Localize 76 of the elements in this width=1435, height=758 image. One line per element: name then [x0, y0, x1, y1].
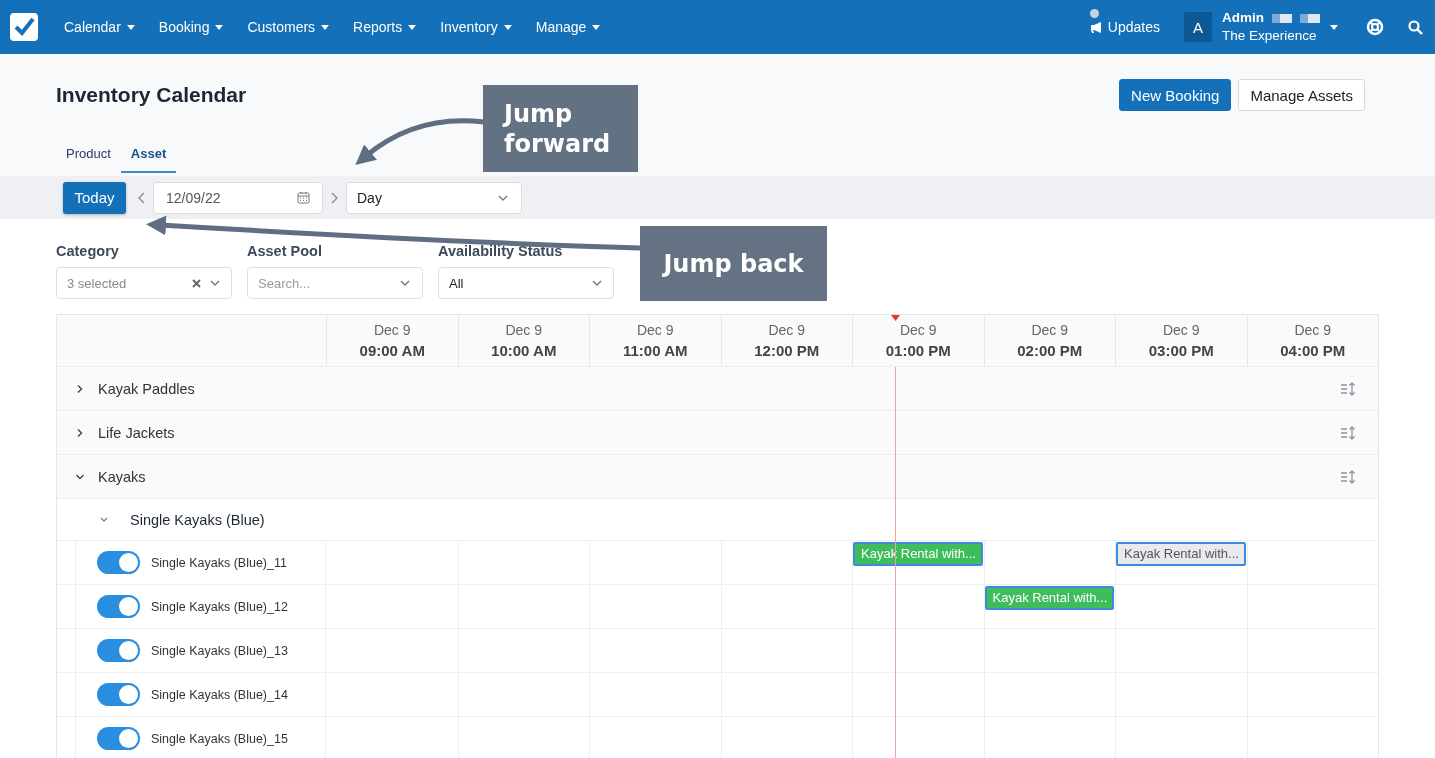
nav-menu[interactable]: Booking [146, 0, 236, 54]
caret-icon [503, 24, 512, 30]
manage-assets-button[interactable]: Manage Assets [1238, 79, 1365, 111]
chevron-right-icon[interactable] [75, 427, 85, 438]
toggle-switch[interactable] [97, 683, 140, 706]
nav-menu[interactable]: Reports [341, 0, 429, 54]
column-header: Dec 9 02:00 PM [983, 315, 1115, 366]
select-field[interactable]: 3 selected [56, 267, 232, 299]
tab[interactable]: Product [56, 140, 121, 173]
nav-menu[interactable]: Inventory [428, 0, 524, 54]
filter-label: Availability Status [438, 243, 564, 259]
toggle-switch[interactable] [97, 727, 140, 750]
sort-icon[interactable] [1340, 425, 1356, 440]
redacted-mark [1300, 13, 1320, 23]
caret-icon [215, 24, 224, 30]
megaphone-icon [1089, 20, 1104, 34]
new-booking-button[interactable]: New Booking [1119, 79, 1232, 111]
date-field[interactable]: 12/09/22 [153, 181, 323, 214]
column-header: Dec 9 03:00 PM [1115, 315, 1247, 366]
group-row[interactable]: Kayak Paddles [57, 367, 1378, 411]
toggle-switch[interactable] [97, 639, 140, 662]
chevron-right-icon[interactable] [75, 383, 85, 394]
current-time-icon [891, 315, 901, 321]
account-menu[interactable]: A Admin The Experience [1184, 9, 1338, 45]
chevron-right-icon[interactable] [331, 191, 338, 204]
asset-name: Single Kayaks (Blue)_14 [151, 687, 288, 702]
toggle-switch[interactable] [97, 551, 140, 574]
caret-icon [126, 24, 135, 30]
calendar-icon [297, 191, 310, 204]
group-row[interactable]: Kayaks [57, 455, 1378, 499]
asset-name: Single Kayaks (Blue)_12 [151, 599, 288, 614]
group-row[interactable]: Life Jackets [57, 411, 1378, 455]
asset-name: Single Kayaks (Blue)_13 [151, 643, 288, 658]
clear-icon[interactable] [192, 278, 201, 288]
asset-name: Single Kayaks (Blue)_11 [151, 555, 287, 570]
avatar: A [1184, 12, 1212, 42]
column-header: Dec 9 11:00 AM [589, 315, 721, 366]
nav-menu[interactable]: Manage [523, 0, 613, 54]
filter-label: Category [56, 243, 120, 259]
sort-icon[interactable] [1340, 381, 1356, 396]
help-icon[interactable] [1366, 18, 1384, 36]
chevron-left-icon[interactable] [138, 191, 145, 204]
company-name: The Experience [1222, 27, 1317, 45]
nav-menu[interactable]: Calendar [52, 0, 147, 54]
page-title: Inventory Calendar [56, 83, 248, 107]
tab[interactable]: Asset [120, 140, 177, 173]
annotation-label: Jump forward [483, 85, 638, 172]
caret-icon [321, 24, 330, 30]
sort-icon[interactable] [1340, 469, 1356, 484]
search-field[interactable]: Search... [247, 267, 423, 299]
today-button[interactable]: Today [63, 181, 126, 214]
chevron-down-icon [399, 279, 411, 287]
user-name: Admin [1222, 9, 1264, 27]
filter-label: Asset Pool [247, 243, 323, 259]
toggle-switch[interactable] [97, 595, 140, 618]
column-header: Dec 9 04:00 PM [1246, 315, 1378, 366]
chevron-down-icon[interactable] [99, 515, 109, 524]
updates-button[interactable]: Updates [1089, 19, 1160, 35]
chevron-down-icon [591, 279, 603, 287]
column-header: Dec 9 09:00 AM [326, 315, 458, 366]
column-header: Dec 9 10:00 AM [457, 315, 589, 366]
select-field[interactable]: All [438, 267, 614, 299]
column-header: Dec 9 12:00 PM [720, 315, 852, 366]
view-dropdown[interactable]: Day [346, 181, 522, 214]
nav-menu[interactable]: Customers [235, 0, 342, 54]
redacted-mark [1272, 13, 1292, 23]
asset-name: Single Kayaks (Blue)_15 [151, 731, 288, 746]
caret-icon [408, 24, 417, 30]
checkbox-logo-icon [10, 13, 38, 41]
booking-block[interactable]: Kayak Rental with... [1116, 542, 1246, 566]
caret-icon [1330, 24, 1338, 30]
caret-icon [592, 24, 601, 30]
annotation-label: Jump back [640, 226, 827, 301]
chevron-down-icon [497, 193, 509, 202]
chevron-down-icon [209, 279, 221, 287]
search-icon[interactable] [1408, 19, 1423, 35]
